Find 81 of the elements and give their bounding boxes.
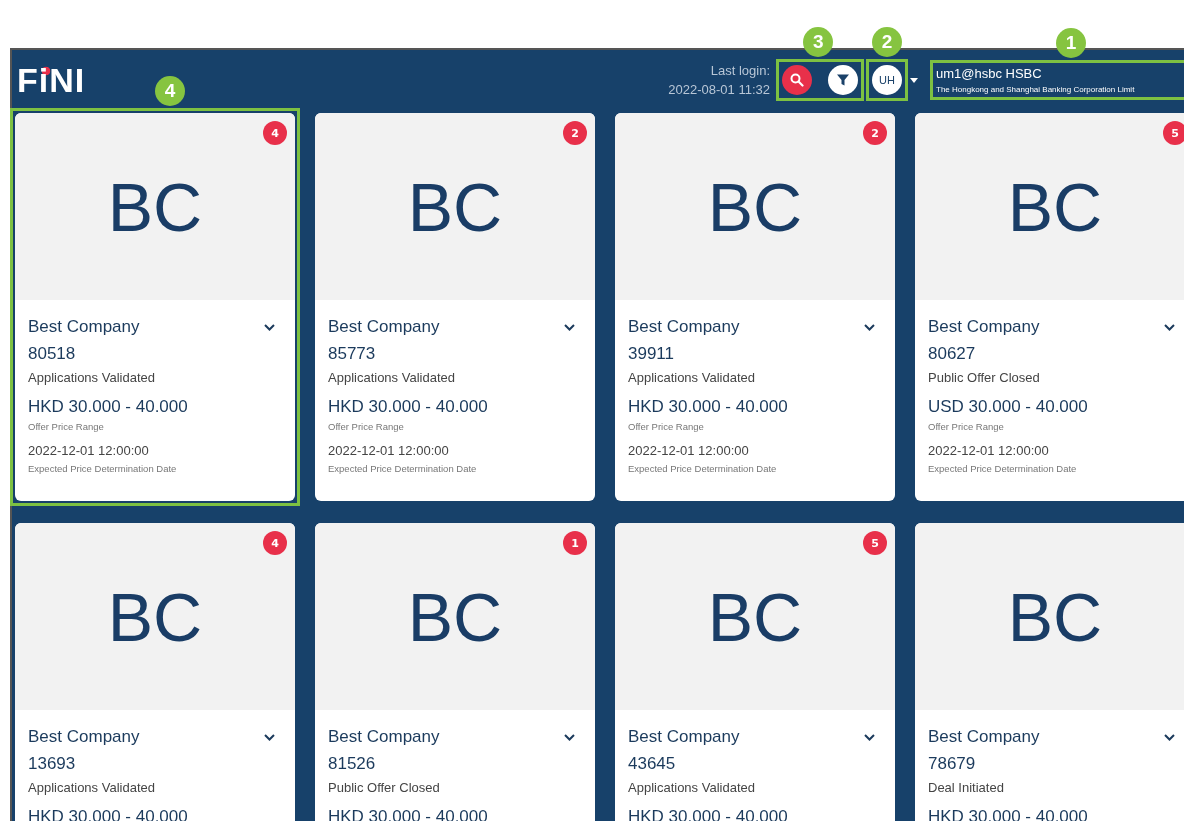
deal-number: 39911 [628,343,675,365]
offer-price: USD 30.000 - 40.000 [928,396,1089,418]
filter-icon [836,73,850,87]
deal-number: 43645 [628,753,677,775]
company-name: Best Company [928,726,1040,748]
deal-status: Applications Validated [328,369,456,387]
count-badge: 4 [263,531,287,555]
callout-marker: 1 [1056,28,1086,58]
company-logo: BC [107,577,203,656]
determination-date: 2022-12-01 12:00:00 [328,442,450,460]
chevron-down-icon[interactable] [564,323,575,331]
filter-button[interactable] [828,65,858,95]
deal-number: 13693 [28,753,77,775]
deal-number: 80518 [28,343,77,365]
chevron-down-icon[interactable] [264,323,275,331]
determination-date: 2022-12-01 12:00:00 [928,442,1050,460]
search-icon [790,73,804,87]
count-badge: 2 [563,121,587,145]
company-name: Best Company [328,316,440,338]
company-name: Best Company [328,726,440,748]
company-logo: BC [707,577,803,656]
company-logo: BC [1007,577,1103,656]
deal-status: Applications Validated [28,779,156,797]
search-button[interactable] [782,65,812,95]
determination-date-label: Expected Price Determination Date [328,462,478,475]
company-logo: BC [407,577,503,656]
account-organization: The Hongkong and Shanghai Banking Corporation Limit [936,85,1136,94]
deal-card[interactable]: BC 2 Best Company 85773 Applications Validated HKD 30.000 - 40.000 Offer Price Range 2022-12-01 12:00:00 Expected Price Determination Date [315,113,595,501]
company-name: Best Company [628,316,740,338]
determination-date-label: Expected Price Determination Date [928,462,1078,475]
company-logo: BC [407,167,503,246]
offer-price: HKD 30.000 - 40.000 [328,396,489,418]
account-user: um1@hsbc HSBC [936,66,1043,81]
deal-number: 80627 [928,343,977,365]
offer-price-label: Offer Price Range [28,420,105,433]
company-logo: BC [1007,167,1103,246]
callout-marker: 3 [803,27,834,57]
count-badge: 4 [263,121,287,145]
callout-marker: 4 [155,76,185,106]
deal-card[interactable]: BC 5 Best Company 80627 Public Offer Closed USD 30.000 - 40.000 Offer Price Range 2022-12-01 12:00:00 Expected Price Determination Date [915,113,1184,501]
user-avatar[interactable]: UH [872,65,902,95]
offer-price: HKD 30.000 - 40.000 [28,396,189,418]
deal-status: Public Offer Closed [928,369,1041,387]
count-badge: 1 [563,531,587,555]
chevron-down-icon[interactable] [564,733,575,741]
deal-status: Deal Initiated [928,779,1005,797]
offer-price-label: Offer Price Range [628,420,705,433]
callout-marker: 2 [872,27,902,57]
determination-date-label: Expected Price Determination Date [628,462,778,475]
deal-status: Applications Validated [628,369,756,387]
deal-card[interactable]: BC 4 Best Company 80518 Applications Validated HKD 30.000 - 40.000 Offer Price Range 2022-12-01 12:00:00 Expected Price Determination Date [15,113,295,501]
company-logo: BC [107,167,203,246]
determination-date: 2022-12-01 12:00:00 [28,442,150,460]
caret-icon[interactable] [910,77,918,83]
offer-price: HKD 30.000 - 40.000 [628,396,789,418]
determination-date-label: Expected Price Determination Date [28,462,178,475]
company-name: Best Company [28,726,140,748]
company-name: Best Company [28,316,140,338]
deal-status: Public Offer Closed [328,779,441,797]
deal-number: 85773 [328,343,377,365]
company-name: Best Company [928,316,1040,338]
deal-card[interactable]: BC 2 Best Company 39911 Applications Validated HKD 30.000 - 40.000 Offer Price Range 2022-12-01 12:00:00 Expected Price Determination Date [615,113,895,501]
deal-status: Applications Validated [28,369,156,387]
count-badge: 5 [863,531,887,555]
chevron-down-icon[interactable] [864,323,875,331]
count-badge: 2 [863,121,887,145]
chevron-down-icon[interactable] [864,733,875,741]
determination-date: 2022-12-01 12:00:00 [628,442,750,460]
company-logo: BC [707,167,803,246]
last-login-time: 2022-08-01 11:32 [668,81,770,99]
company-name: Best Company [628,726,740,748]
last-login-label: Last login: [710,62,770,80]
chevron-down-icon[interactable] [1164,733,1175,741]
deal-status: Applications Validated [628,779,756,797]
count-badge: 5 [1163,121,1184,145]
deal-number: 78679 [928,753,977,775]
deal-number: 81526 [328,753,377,775]
offer-price-label: Offer Price Range [328,420,405,433]
offer-price-label: Offer Price Range [928,420,1005,433]
chevron-down-icon[interactable] [1164,323,1175,331]
chevron-down-icon[interactable] [264,733,275,741]
